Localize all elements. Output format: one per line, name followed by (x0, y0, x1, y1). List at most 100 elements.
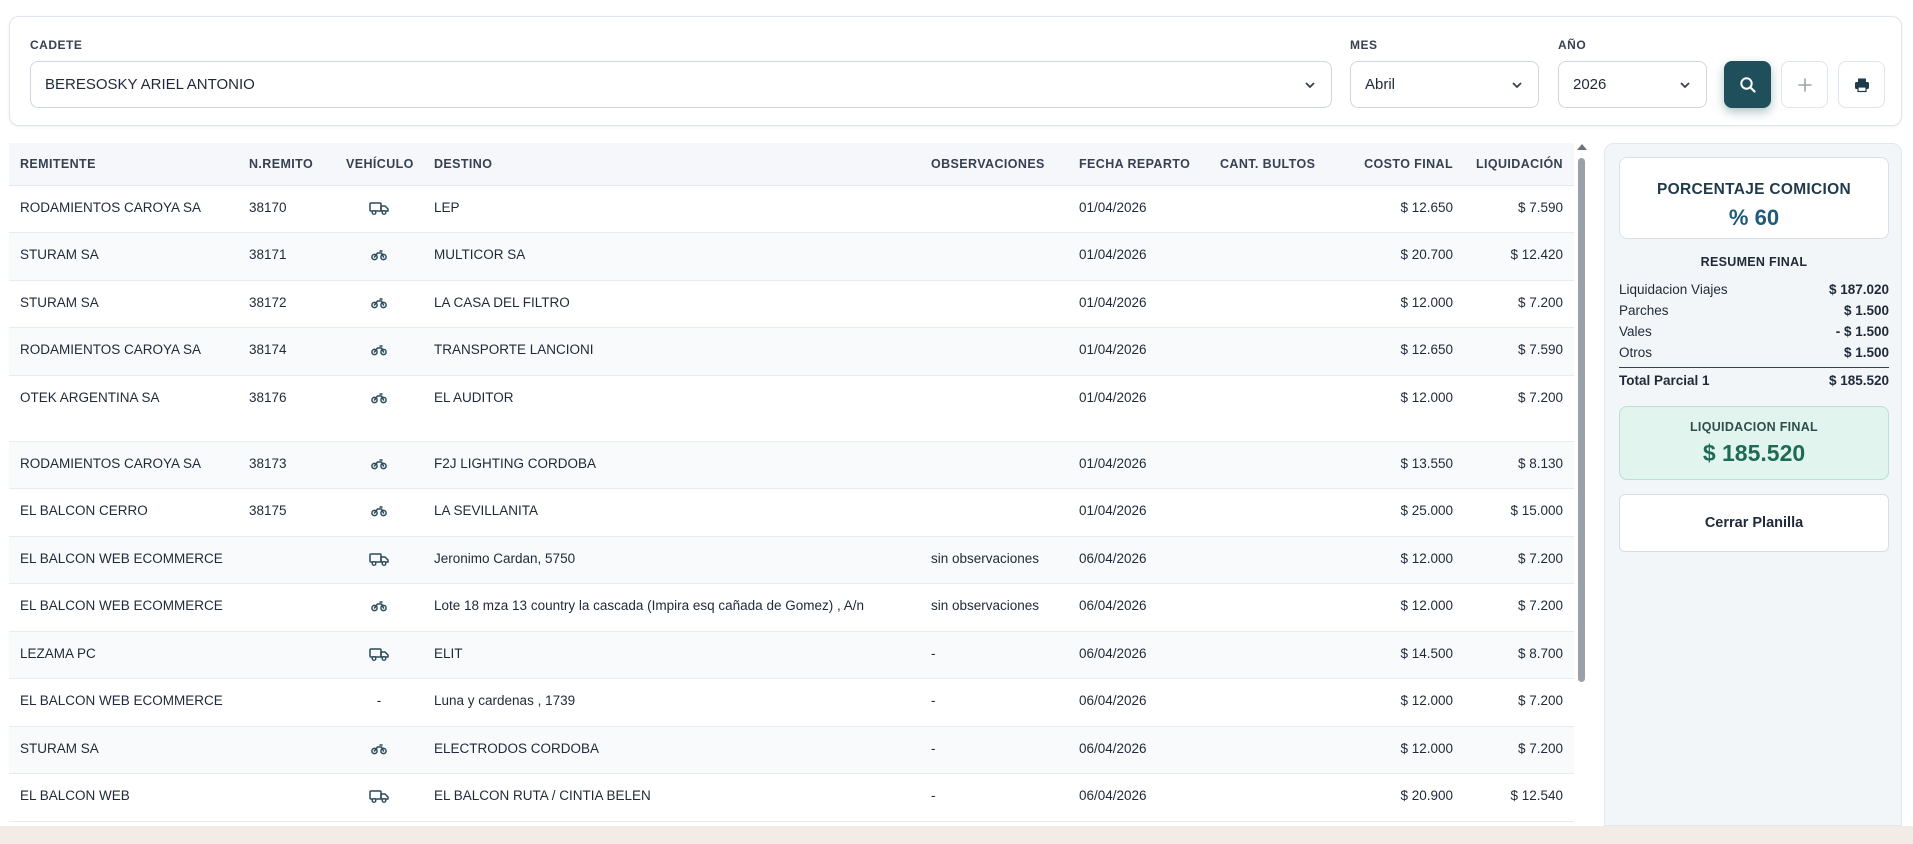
resumen-row: Vales - $ 1.500 (1619, 324, 1889, 339)
table-row[interactable]: EL BALCON WEB EL BALCON RUTA / CINTIA BEL… (9, 773, 1574, 822)
cell-observaciones: - (920, 773, 1068, 822)
cell-nremito: 38176 (238, 375, 335, 442)
cell-costo: $ 25.000 (1332, 488, 1464, 537)
col-liquidacion[interactable]: LIQUIDACIÓN (1464, 143, 1574, 186)
percentage-value: % 60 (1728, 205, 1780, 230)
cell-bultos (1209, 375, 1332, 442)
cell-costo: $ 12.650 (1332, 327, 1464, 376)
cell-nremito: 38170 (238, 185, 335, 233)
col-remitente[interactable]: REMITENTE (9, 143, 238, 186)
cell-liquidacion: $ 7.200 (1464, 583, 1574, 632)
cell-remitente: OTEK ARGENTINA SA (9, 375, 238, 442)
mes-select[interactable]: Abril (1350, 61, 1539, 108)
table-row[interactable]: EL BALCON CERRO 38175 LA SEVILLANITA 01/04/… (9, 488, 1574, 537)
table-row[interactable]: EL BALCON WEB ECOMMERCE Jeronimo Cardan, … (9, 536, 1574, 584)
table-row[interactable]: STURAM SA ELECTRODOS CORDOBA -06/04/2026 $ … (9, 726, 1574, 774)
truck-icon (369, 790, 389, 804)
cell-fecha: 06/04/2026 (1068, 726, 1209, 774)
scroll-up-arrow[interactable] (1577, 144, 1587, 150)
table-row[interactable]: RODAMIENTOS CAROYA SA 38174 TRANSPORTE LAN… (9, 327, 1574, 376)
cell-liquidacion: $ 7.200 (1464, 375, 1574, 442)
cell-destino: Jeronimo Cardan, 5750 (423, 536, 920, 584)
close-planilla-button[interactable]: Cerrar Planilla (1619, 494, 1889, 552)
cell-fecha: 06/04/2026 (1068, 678, 1209, 727)
cell-remitente: STURAM SA (9, 726, 238, 774)
table-header-row: REMITENTE N.REMITO VEHÍCULO DESTINO OBSE… (9, 143, 1574, 186)
cell-vehiculo (335, 726, 423, 774)
resumen-row: Otros $ 1.500 (1619, 345, 1889, 360)
motorcycle-icon (371, 393, 387, 404)
cell-observaciones (920, 441, 1068, 489)
col-nremito[interactable]: N.REMITO (238, 143, 335, 186)
cell-fecha: 01/04/2026 (1068, 232, 1209, 281)
col-destino[interactable]: DESTINO (423, 143, 920, 186)
add-button[interactable] (1781, 61, 1828, 108)
resumen-value: $ 187.020 (1828, 282, 1889, 297)
col-bultos[interactable]: CANT. BULTOS (1209, 143, 1332, 186)
cell-nremito (238, 773, 335, 822)
cell-observaciones (920, 327, 1068, 376)
cell-liquidacion: $ 7.590 (1464, 327, 1574, 376)
cell-destino: Lote 18 mza 13 country la cascada (Impir… (423, 583, 920, 632)
cell-vehiculo (335, 583, 423, 632)
final-title: LIQUIDACION FINAL (1689, 420, 1818, 434)
col-costo[interactable]: COSTO FINAL (1332, 143, 1464, 186)
table-row[interactable]: EL BALCON WEB ECOMMERCE - Luna y cardenas … (9, 678, 1574, 727)
cell-destino: TRANSPORTE LANCIONI (423, 327, 920, 376)
cell-fecha: 01/04/2026 (1068, 280, 1209, 328)
cell-bultos (1209, 327, 1332, 376)
cell-observaciones: - (920, 678, 1068, 727)
table-row[interactable]: RODAMIENTOS CAROYA SA 38173 F2J LIGHTING C… (9, 441, 1574, 489)
cell-destino: Luna y cardenas , 1739 (423, 678, 920, 727)
cell-remitente: RODAMIENTOS CAROYA SA (9, 185, 238, 233)
cell-liquidacion: $ 12.540 (1464, 773, 1574, 822)
total-row: Total Parcial 1 $ 185.520 (1619, 373, 1889, 388)
cell-vehiculo (335, 631, 423, 679)
cell-destino: F2J LIGHTING CORDOBA (423, 441, 920, 489)
cell-bultos (1209, 536, 1332, 584)
cell-fecha: 01/04/2026 (1068, 488, 1209, 537)
cell-liquidacion: $ 7.590 (1464, 185, 1574, 233)
cell-fecha: 06/04/2026 (1068, 773, 1209, 822)
table-row[interactable]: RODAMIENTOS CAROYA SA 38170 LEP 01/04/2026 $… (9, 185, 1574, 233)
table-row[interactable]: OTEK ARGENTINA SA 38176 EL AUDITOR 01/04/20… (9, 375, 1574, 442)
cell-remitente: RODAMIENTOS CAROYA SA (9, 327, 238, 376)
cell-destino: LEP (423, 185, 920, 233)
cadete-select[interactable]: BERESOSKY ARIEL ANTONIO (30, 61, 1332, 108)
cell-vehiculo (335, 441, 423, 489)
cell-liquidacion: $ 15.000 (1464, 488, 1574, 537)
mes-label: MES (1350, 38, 1378, 52)
cell-fecha: 06/04/2026 (1068, 631, 1209, 679)
cell-remitente: EL BALCON WEB ECOMMERCE (9, 583, 238, 632)
cell-costo: $ 12.650 (1332, 185, 1464, 233)
table-row[interactable]: EL BALCON WEB ECOMMERCE Lote 18 mza 13 co… (9, 583, 1574, 632)
resumen-label: Parches (1619, 303, 1669, 318)
search-button[interactable] (1724, 61, 1771, 108)
col-vehiculo[interactable]: VEHÍCULO (335, 143, 423, 186)
table-row[interactable]: STURAM SA 38171 MULTICOR SA 01/04/2026 $ 20.… (9, 232, 1574, 281)
table-row[interactable]: LEZAMA PC ELIT -06/04/2026 $ 14.500 $ 8.700 (9, 631, 1574, 679)
total-label: Total Parcial 1 (1619, 373, 1710, 388)
col-fecha[interactable]: FECHA REPARTO (1068, 143, 1209, 186)
final-value: $ 185.520 (1702, 440, 1806, 466)
motorcycle-icon (371, 298, 387, 309)
bottom-strip (0, 826, 1913, 844)
table-row[interactable]: STURAM SA 38172 LA CASA DEL FILTRO 01/04/20… (9, 280, 1574, 328)
cell-nremito (238, 536, 335, 584)
cell-bultos (1209, 185, 1332, 233)
cell-fecha: 01/04/2026 (1068, 185, 1209, 233)
cell-remitente: EL BALCON CERRO (9, 488, 238, 537)
cell-liquidacion: $ 7.200 (1464, 280, 1574, 328)
print-button[interactable] (1838, 61, 1885, 108)
anio-select[interactable]: 2026 (1558, 61, 1707, 108)
resumen-value: $ 1.500 (1843, 345, 1889, 360)
scrollbar-thumb[interactable] (1578, 158, 1585, 682)
resumen-label: Vales (1619, 324, 1652, 339)
cell-bultos (1209, 678, 1332, 727)
cell-vehiculo (335, 185, 423, 233)
cell-observaciones (920, 375, 1068, 442)
cell-nremito: 38174 (238, 327, 335, 376)
cell-observaciones: sin observaciones (920, 536, 1068, 584)
col-observaciones[interactable]: OBSERVACIONES (920, 143, 1068, 186)
chevron-down-icon (1305, 81, 1315, 88)
